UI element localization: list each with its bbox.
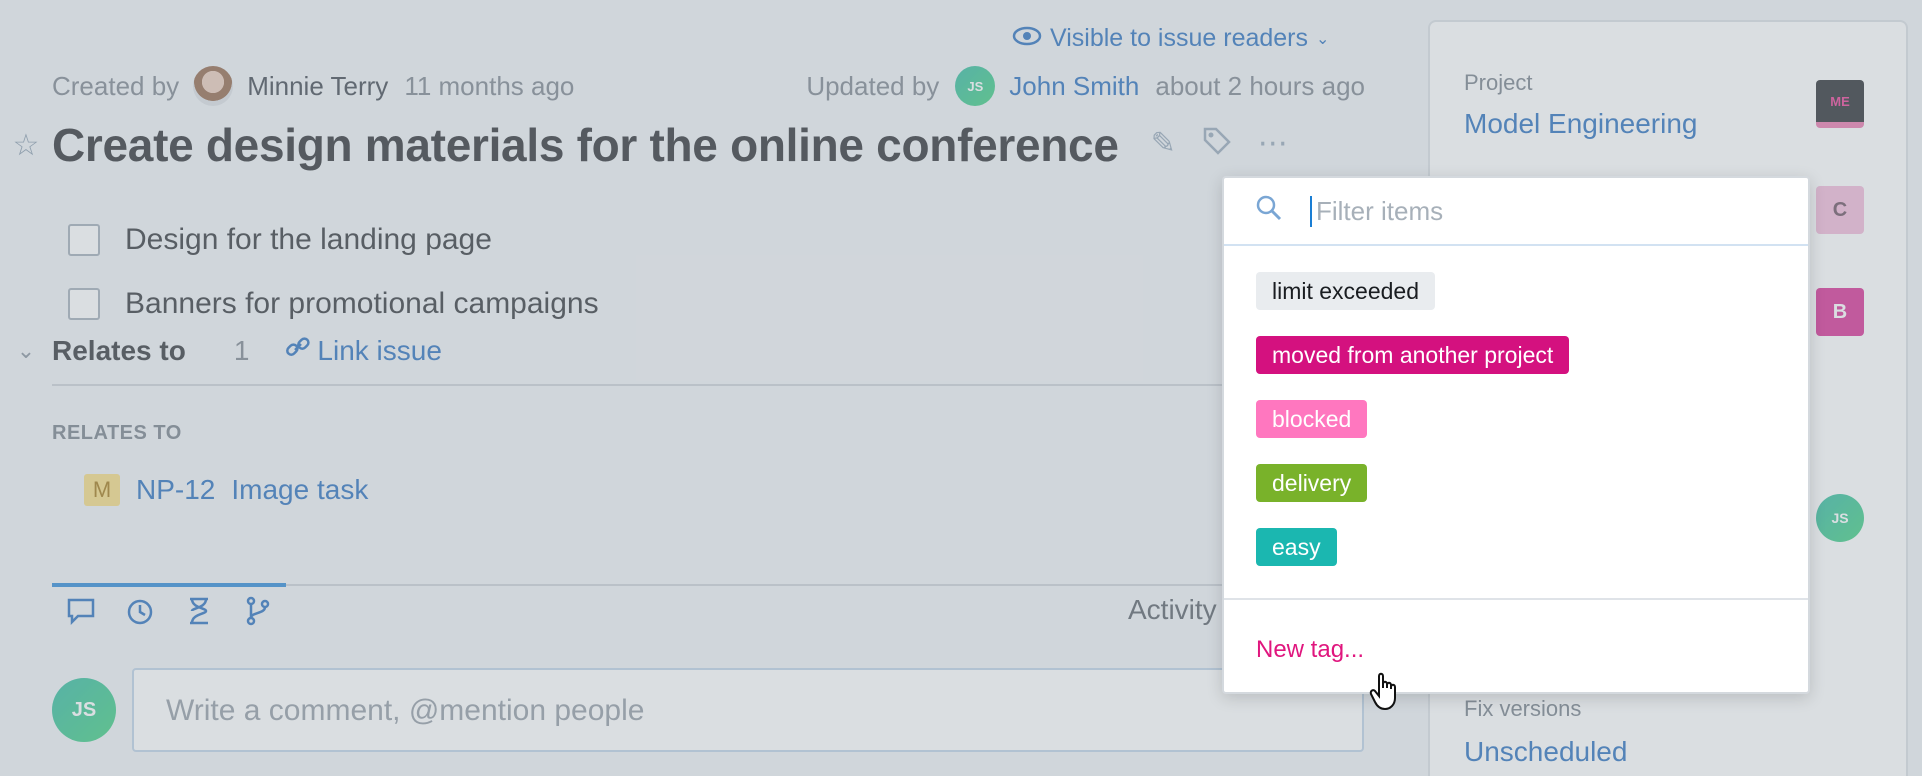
comment-avatar: JS [52,678,116,742]
field-avatar-b: B [1816,288,1864,336]
link-issue-label: Link issue [317,334,442,366]
tag-item[interactable]: limit exceeded [1256,272,1436,310]
issue-meta: Created by Minnie Terry 11 months ago Up… [52,66,1365,106]
fix-versions-value[interactable]: Unscheduled [1464,736,1627,768]
relations-caption: RELATES TO [52,422,182,444]
issue-title: Create design materials for the online c… [52,119,1119,171]
tag-item[interactable]: delivery [1256,464,1368,502]
tag-filter [1224,178,1808,246]
project-label: Project [1464,70,1533,95]
comment-input[interactable]: Write a comment, @mention people [132,668,1364,752]
field-avatar-c: C [1816,186,1864,234]
checklist: Design for the landing page Banners for … [68,208,599,336]
creator-avatar[interactable] [193,66,234,106]
related-issue-id[interactable]: NP-12 [136,474,215,506]
tag-item[interactable]: easy [1256,528,1337,566]
comment-icon[interactable] [64,594,98,628]
checkbox[interactable] [68,224,100,256]
more-icon[interactable]: ⋯ [1258,126,1288,164]
checkbox[interactable] [68,288,100,320]
chevron-down-icon[interactable]: ⌄ [0,338,52,364]
creator-name[interactable]: Minnie Terry [247,71,388,102]
visibility-dropdown[interactable]: Visible to issue readers ⌄ [1012,24,1329,53]
updated-by-label: Updated by [806,70,940,101]
star-icon[interactable]: ☆ [0,128,52,163]
project-value[interactable]: Model Engineering [1464,108,1698,140]
updated-time: about 2 hours ago [1155,70,1365,101]
fix-versions-label: Fix versions [1464,696,1582,721]
assignee-avatar: JS [1816,494,1864,542]
hand-cursor-icon [1368,670,1402,722]
title-actions: ✎ ⋯ [1151,126,1288,164]
divider [52,384,1352,386]
activity-tabs [64,594,275,628]
branch-icon[interactable] [241,594,275,628]
tag-item[interactable]: moved from another project [1256,336,1570,374]
relations-header: ⌄ Relates to 1 Link issue [0,334,442,367]
tag-icon[interactable] [1202,126,1232,164]
relations-count: 1 [233,334,250,366]
checklist-item: Banners for promotional campaigns [68,272,599,336]
pencil-icon[interactable]: ✎ [1151,126,1176,164]
issue-page: Visible to issue readers ⌄ Created by Mi… [0,0,1922,776]
tag-popup: limit exceeded moved from another projec… [1222,176,1810,694]
project-badge: M [84,474,120,506]
eye-icon [1012,24,1042,53]
search-icon [1254,193,1284,230]
relations-title[interactable]: Relates to [52,335,186,367]
chevron-down-icon: ⌄ [1316,30,1330,48]
link-issue-button[interactable]: Link issue [285,334,442,367]
activity-tab-label[interactable]: Activity [1128,594,1217,626]
tag-filter-input[interactable] [1310,195,1770,227]
active-tab-indicator [52,583,286,587]
visibility-label: Visible to issue readers [1050,24,1309,52]
link-icon [285,334,311,367]
divider [1224,598,1808,600]
created-time: 11 months ago [404,70,575,101]
updater-name[interactable]: John Smith [1009,71,1139,102]
hourglass-icon[interactable] [182,594,216,628]
project-avatar: ME [1816,80,1864,128]
tag-item[interactable]: blocked [1256,400,1368,438]
updater-avatar[interactable]: JS [955,66,996,106]
related-issue[interactable]: M NP-12 Image task [84,474,368,506]
created-by-label: Created by [52,70,180,101]
tag-list: limit exceeded moved from another projec… [1224,246,1808,592]
timer-icon[interactable] [123,594,157,628]
related-issue-summary[interactable]: Image task [231,474,368,506]
checklist-item-label: Banners for promotional campaigns [125,287,599,320]
new-tag-button[interactable]: New tag... [1256,636,1364,664]
checklist-item-label: Design for the landing page [125,223,492,256]
title-row: ☆ Create design materials for the online… [0,118,1288,172]
checklist-item: Design for the landing page [68,208,599,272]
